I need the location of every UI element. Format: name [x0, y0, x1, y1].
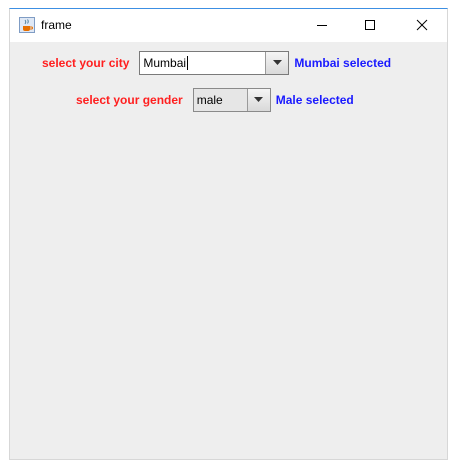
gender-label: select your gender [76, 93, 183, 107]
app-window: frame select your city Mumbai Mumbai sel… [9, 8, 448, 460]
chevron-down-icon [254, 97, 264, 102]
city-status-label: Mumbai selected [294, 56, 392, 70]
city-row: select your city Mumbai Mumbai selected [42, 51, 391, 75]
text-caret [187, 56, 189, 71]
gender-status-label: Male selected [275, 93, 354, 107]
gender-combobox-value[interactable]: male [194, 93, 247, 107]
city-combobox-value[interactable]: Mumbai [140, 56, 265, 71]
minimize-icon [317, 24, 327, 26]
gender-row: select your gender male Male selected [76, 88, 354, 112]
title-bar[interactable]: frame [10, 9, 447, 42]
city-label: select your city [42, 56, 130, 70]
java-app-icon [19, 17, 35, 33]
window-title: frame [41, 18, 72, 32]
maximize-button[interactable] [347, 9, 393, 40]
gender-combobox[interactable]: male [192, 88, 271, 112]
minimize-button[interactable] [299, 9, 345, 40]
maximize-icon [365, 19, 375, 30]
gender-dropdown-button[interactable] [246, 89, 270, 111]
chevron-down-icon [272, 60, 282, 65]
close-icon [416, 19, 428, 30]
close-button[interactable] [399, 9, 445, 40]
city-dropdown-button[interactable] [265, 52, 289, 74]
city-combobox[interactable]: Mumbai [139, 51, 290, 75]
